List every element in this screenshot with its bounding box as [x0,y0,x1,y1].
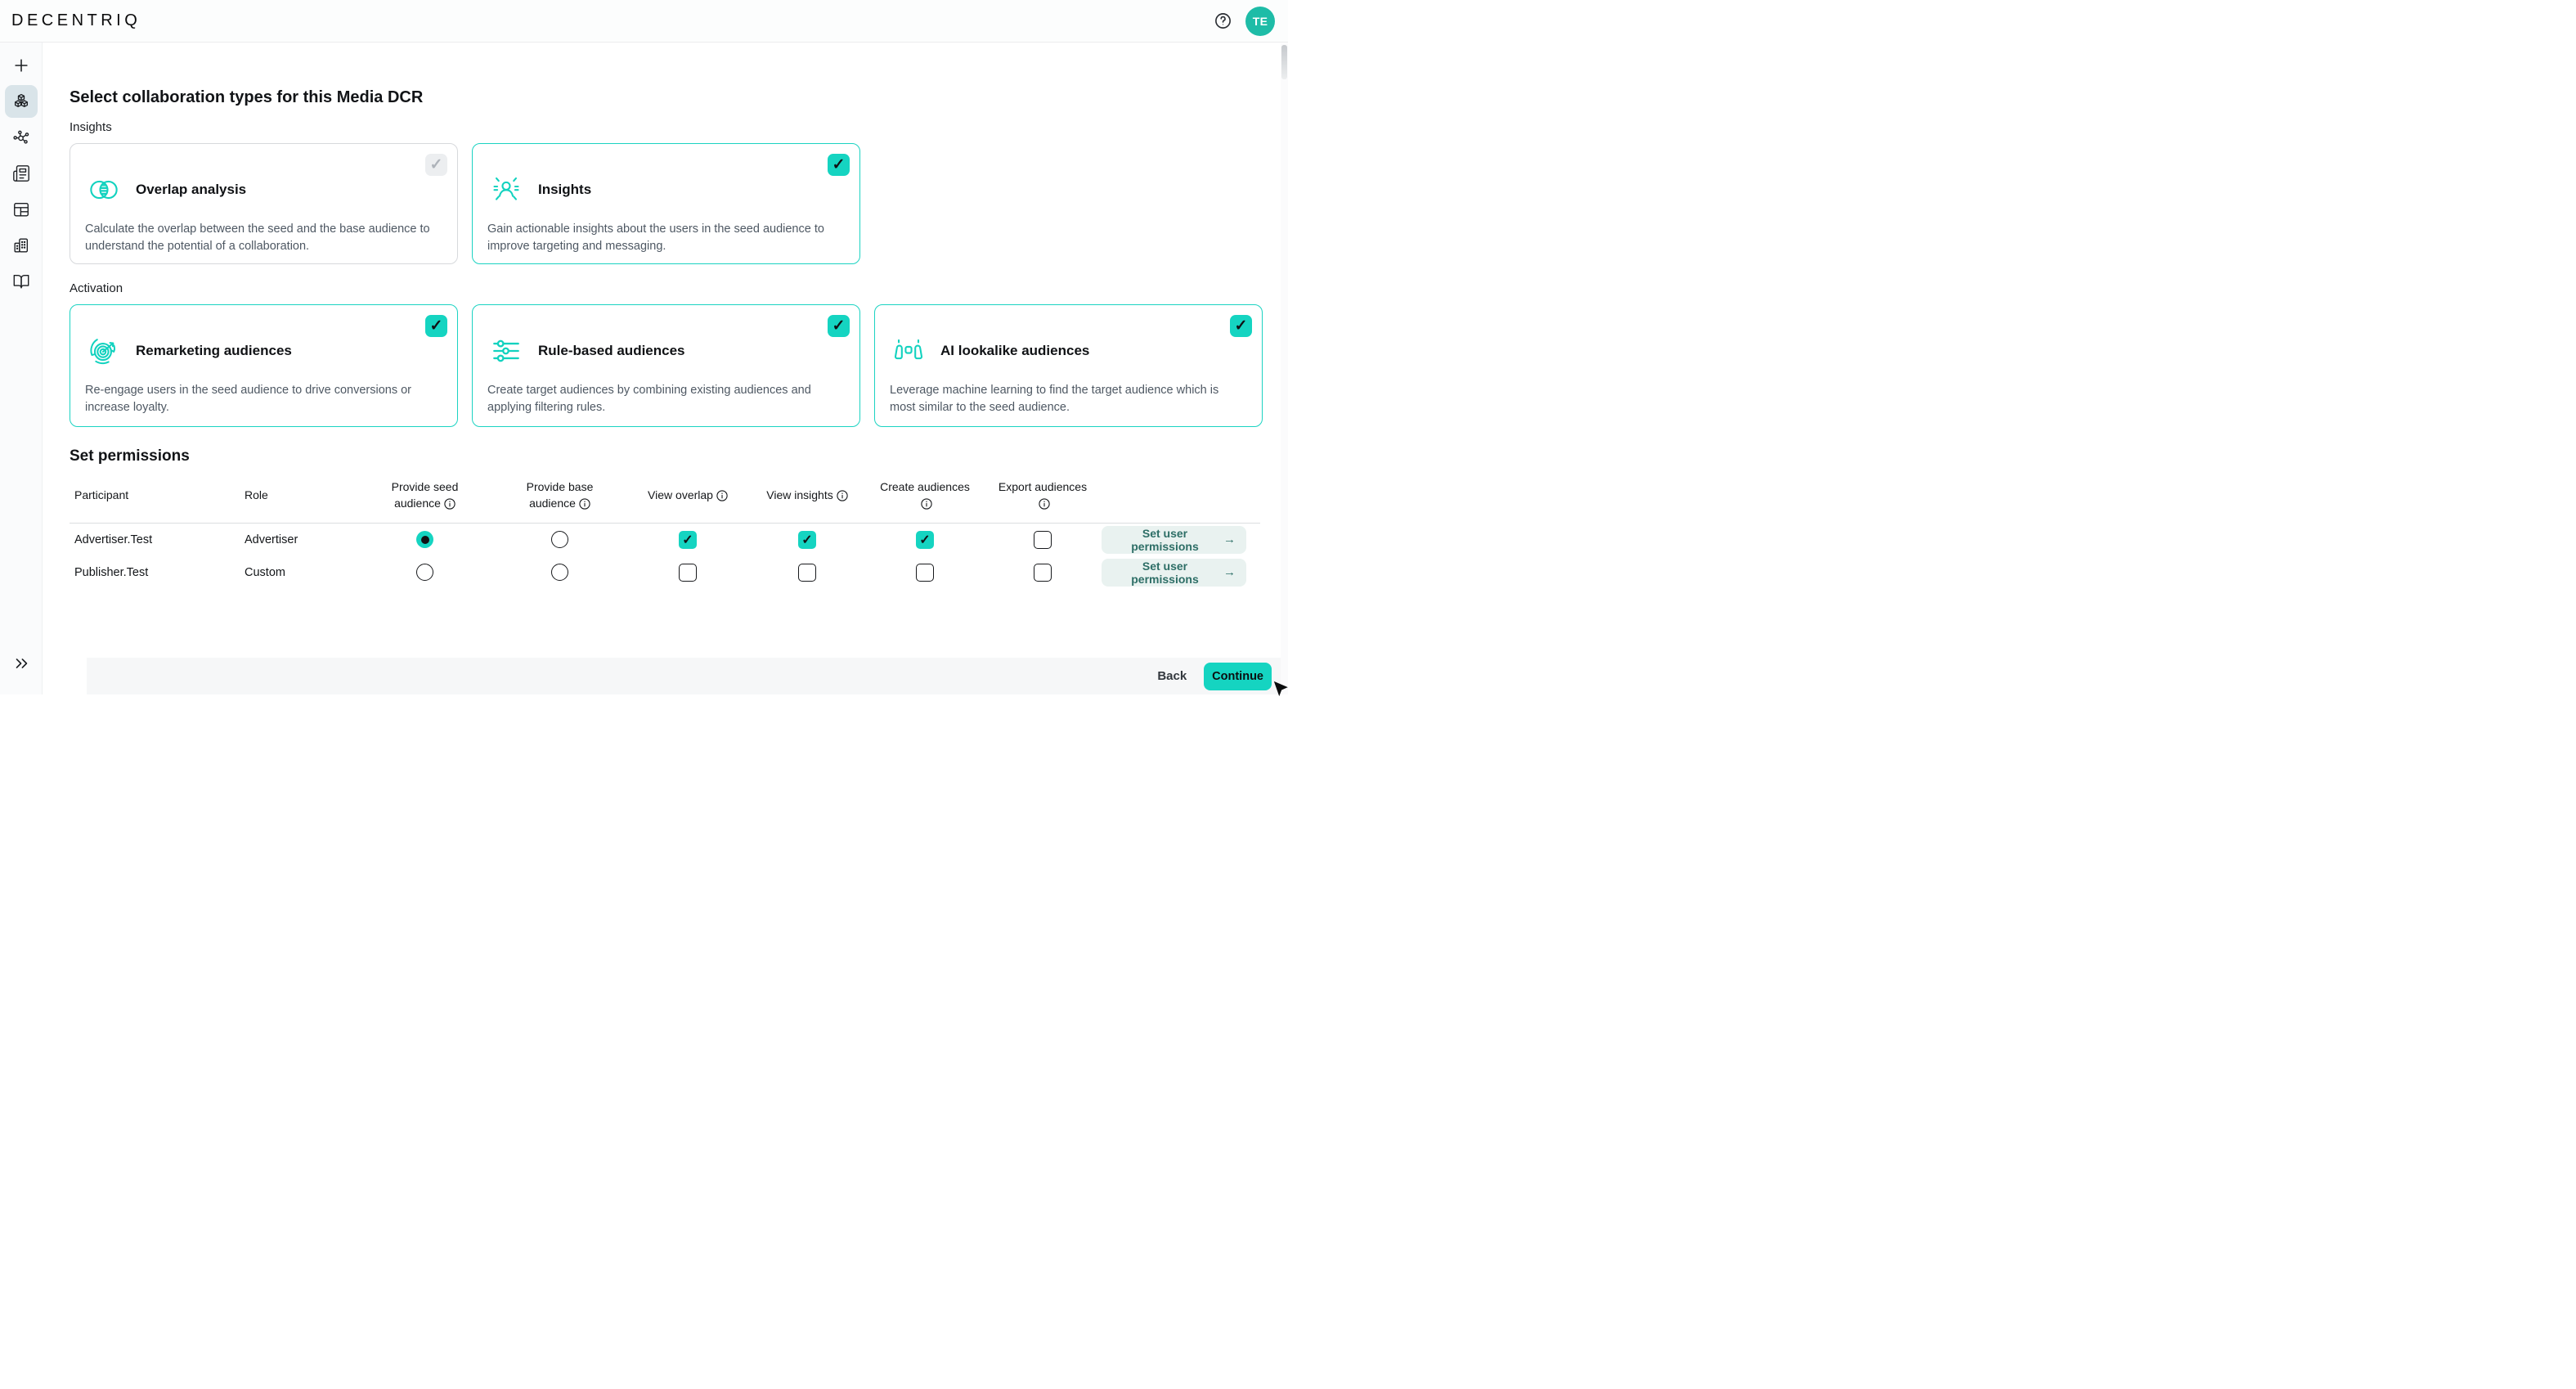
column-provide-base-audience: Provide base audience [492,479,627,512]
chevrons-right-icon [12,654,30,672]
vertical-scrollbar [1281,43,1288,694]
scrollbar-thumb[interactable] [1281,45,1287,79]
set-user-permissions-button[interactable]: Set user permissions→ [1102,526,1246,554]
provide-seed-radio[interactable] [416,531,433,548]
column-create-audiences: Create audiences [866,479,984,512]
arrow-right-icon: → [1223,533,1236,546]
cubes-icon [12,92,30,110]
card-rule-based-audiences[interactable]: ✓ Rule-based audiences Create target aud… [472,304,860,427]
card-remarketing-audiences[interactable]: ✓ Remarketing audiences Re [70,304,458,427]
view-insights-checkbox[interactable]: ✓ [798,564,816,582]
info-icon[interactable] [579,498,590,510]
column-role: Role [241,488,357,501]
participant-cell: Publisher.Test [70,566,241,579]
arrow-right-icon: → [1223,565,1236,579]
column-export-audiences: Export audiences [984,479,1102,512]
table-icon [12,200,30,218]
column-participant: Participant [70,488,241,501]
continue-button[interactable]: Continue [1204,663,1272,690]
binoculars-icon [891,334,926,368]
set-user-permissions-button[interactable]: Set user permissions→ [1102,559,1246,587]
info-icon[interactable] [1039,498,1050,510]
view-overlap-checkbox[interactable]: ✓ [679,531,697,549]
provide-base-radio[interactable] [551,531,568,548]
main-content: Select collaboration types for this Medi… [43,43,1288,694]
permissions-table: Participant Role Provide seed audience P… [70,469,1260,589]
create-audiences-checkbox[interactable]: ✓ [916,531,934,549]
column-view-overlap: View overlap [627,487,748,503]
card-overlap-analysis[interactable]: ✓ Overlap analysis Calculate the overlap… [70,143,458,264]
card-title: Insights [538,182,591,198]
provide-base-radio[interactable] [551,564,568,581]
sidebar [0,43,43,694]
network-icon [12,128,30,146]
insights-checkbox[interactable]: ✓ [828,154,850,176]
export-audiences-checkbox[interactable]: ✓ [1034,564,1052,582]
sliders-icon [489,334,523,368]
book-open-icon [12,272,30,290]
help-button[interactable] [1212,11,1233,32]
sidebar-item-new[interactable] [5,49,38,82]
sidebar-collapse-toggle[interactable] [5,647,38,680]
remarketing-target-icon [87,334,121,368]
create-audiences-checkbox[interactable]: ✓ [916,564,934,582]
overlap-analysis-checkbox: ✓ [425,154,447,176]
page-title: Select collaboration types for this Medi… [70,88,1288,107]
card-description: Gain actionable insights about the users… [487,221,845,255]
remarketing-checkbox[interactable]: ✓ [425,315,447,337]
sidebar-item-organizations[interactable] [5,229,38,262]
role-cell: Advertiser [241,533,357,546]
card-title: AI lookalike audiences [940,343,1089,359]
card-ai-lookalike-audiences[interactable]: ✓ AI lookalike audiences Leverage machin… [874,304,1263,427]
sidebar-item-datasets[interactable] [5,193,38,226]
card-description: Calculate the overlap between the seed a… [85,221,442,255]
column-provide-seed-audience: Provide seed audience [357,479,492,512]
permissions-table-header: Participant Role Provide seed audience P… [70,469,1260,524]
role-cell: Custom [241,566,357,579]
export-audiences-checkbox[interactable]: ✓ [1034,531,1052,549]
info-icon[interactable] [837,490,848,501]
decentriq-logo: DECENTRIQ [11,11,141,30]
overlap-venn-icon [87,173,121,207]
rule-based-checkbox[interactable]: ✓ [828,315,850,337]
info-icon[interactable] [921,498,932,510]
card-title: Rule-based audiences [538,343,685,359]
card-description: Leverage machine learning to find the ta… [890,382,1247,416]
footer-bar: Back Continue [87,658,1288,694]
card-description: Create target audiences by combining exi… [487,382,845,416]
view-overlap-checkbox[interactable]: ✓ [679,564,697,582]
card-title: Overlap analysis [136,182,246,198]
card-insights[interactable]: ✓ Insights Gain actionable insights abou… [472,143,860,264]
sidebar-item-connections[interactable] [5,121,38,154]
back-button[interactable]: Back [1157,669,1187,683]
section-label-activation: Activation [70,281,1288,295]
table-row-publisher: Publisher.Test Custom ✓ ✓ ✓ ✓ Set user p… [70,556,1260,589]
sidebar-item-documentation[interactable] [5,265,38,298]
sidebar-item-news[interactable] [5,157,38,190]
info-icon[interactable] [716,490,728,501]
insights-cards-row: ✓ Overlap analysis Calculate the overlap… [70,143,1288,264]
table-row-advertiser: Advertiser.Test Advertiser ✓ ✓ ✓ ✓ Set u… [70,524,1260,556]
newspaper-icon [12,164,30,182]
section-label-insights: Insights [70,120,1288,134]
column-view-insights: View insights [748,487,866,503]
lookalike-checkbox[interactable]: ✓ [1230,315,1252,337]
view-insights-checkbox[interactable]: ✓ [798,531,816,549]
buildings-icon [12,236,30,254]
avatar-initials: TE [1253,15,1268,28]
activation-cards-row: ✓ Remarketing audiences Re [70,304,1288,427]
avatar[interactable]: TE [1245,7,1275,36]
participant-cell: Advertiser.Test [70,533,241,546]
sidebar-item-clean-rooms[interactable] [5,85,38,118]
plus-icon [12,56,30,74]
question-circle-icon [1214,11,1232,30]
set-permissions-title: Set permissions [70,447,1288,465]
insights-person-icon [489,173,523,207]
card-title: Remarketing audiences [136,343,292,359]
top-bar: DECENTRIQ TE [0,0,1288,43]
info-icon[interactable] [444,498,456,510]
mouse-cursor [1272,680,1290,698]
card-description: Re-engage users in the seed audience to … [85,382,442,416]
provide-seed-radio[interactable] [416,564,433,581]
